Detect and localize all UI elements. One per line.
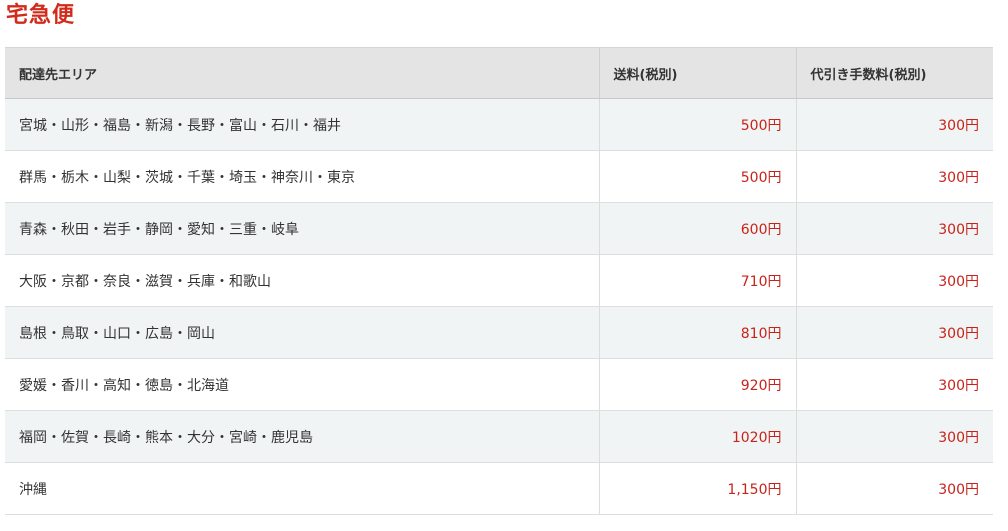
table-row: 青森・秋田・岩手・静岡・愛知・三重・岐阜 600円 300円	[5, 202, 993, 255]
cod-fee-cell: 300円	[795, 462, 993, 515]
area-cell: 大阪・京都・奈良・滋賀・兵庫・和歌山	[5, 254, 599, 307]
cod-fee-cell: 300円	[795, 254, 993, 307]
cod-fee-cell: 300円	[795, 98, 993, 151]
page-title: 宅急便	[6, 3, 76, 28]
table-row: 沖縄 1,150円 300円	[5, 462, 993, 515]
shipping-price-cell: 500円	[598, 150, 796, 203]
table-row: 愛媛・香川・高知・徳島・北海道 920円 300円	[5, 358, 993, 411]
table-header-row: 配達先エリア 送料(税別) 代引き手数料(税別)	[5, 47, 993, 99]
cod-fee-cell: 300円	[795, 150, 993, 203]
shipping-price-cell: 920円	[598, 358, 796, 411]
area-cell: 宮城・山形・福島・新潟・長野・富山・石川・福井	[5, 98, 599, 151]
table-row: 大阪・京都・奈良・滋賀・兵庫・和歌山 710円 300円	[5, 254, 993, 307]
shipping-price-cell: 810円	[598, 306, 796, 359]
area-cell: 島根・鳥取・山口・広島・岡山	[5, 306, 599, 359]
shipping-price-cell: 600円	[598, 202, 796, 255]
header-shipping: 送料(税別)	[598, 47, 796, 99]
table-row: 宮城・山形・福島・新潟・長野・富山・石川・福井 500円 300円	[5, 98, 993, 151]
cod-fee-cell: 300円	[795, 410, 993, 463]
table-row: 島根・鳥取・山口・広島・岡山 810円 300円	[5, 306, 993, 359]
area-cell: 沖縄	[5, 462, 599, 515]
table-row: 福岡・佐賀・長崎・熊本・大分・宮崎・鹿児島 1020円 300円	[5, 410, 993, 463]
header-cod-fee: 代引き手数料(税別)	[795, 47, 993, 99]
shipping-price-cell: 1020円	[598, 410, 796, 463]
area-cell: 福岡・佐賀・長崎・熊本・大分・宮崎・鹿児島	[5, 410, 599, 463]
cod-fee-cell: 300円	[795, 306, 993, 359]
shipping-price-cell: 1,150円	[598, 462, 796, 515]
area-cell: 青森・秋田・岩手・静岡・愛知・三重・岐阜	[5, 202, 599, 255]
header-area: 配達先エリア	[5, 47, 599, 99]
table-row: 群馬・栃木・山梨・茨城・千葉・埼玉・神奈川・東京 500円 300円	[5, 150, 993, 203]
shipping-rate-table: 配達先エリア 送料(税別) 代引き手数料(税別) 宮城・山形・福島・新潟・長野・…	[5, 47, 993, 515]
cod-fee-cell: 300円	[795, 202, 993, 255]
shipping-price-cell: 500円	[598, 98, 796, 151]
area-cell: 群馬・栃木・山梨・茨城・千葉・埼玉・神奈川・東京	[5, 150, 599, 203]
cod-fee-cell: 300円	[795, 358, 993, 411]
shipping-price-cell: 710円	[598, 254, 796, 307]
area-cell: 愛媛・香川・高知・徳島・北海道	[5, 358, 599, 411]
